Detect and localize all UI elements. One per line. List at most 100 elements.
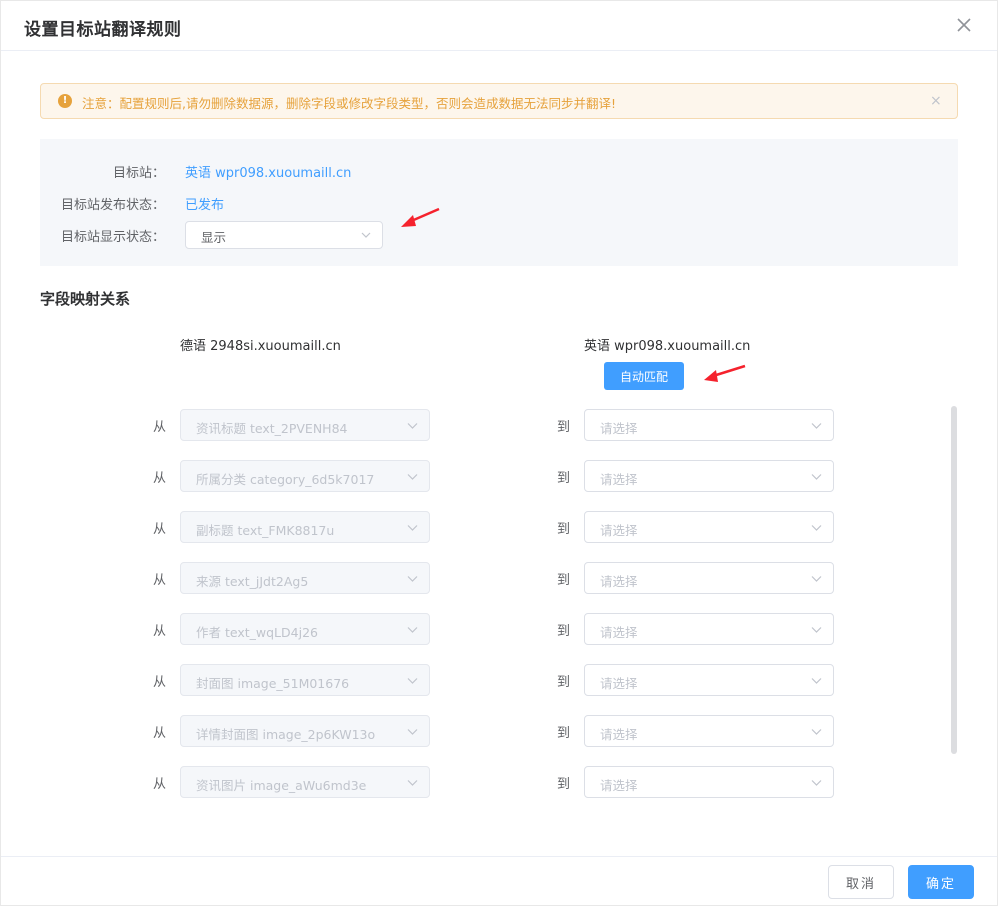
chevron-down-icon (811, 525, 822, 531)
source-field-select: 详情封面图 image_2p6KW13o (180, 715, 430, 747)
target-field-placeholder: 请选择 (600, 421, 638, 436)
to-label: 到 (557, 573, 571, 588)
source-field-value: 来源 text_jJdt2Ag5 (196, 574, 309, 589)
close-icon[interactable] (953, 14, 975, 36)
source-field-select: 封面图 image_51M01676 (180, 664, 430, 696)
target-field-select[interactable]: 请选择 (584, 409, 834, 441)
from-label: 从 (153, 522, 167, 537)
target-field-select[interactable]: 请选择 (584, 613, 834, 645)
target-site-label: 目标站： (112, 166, 165, 181)
target-field-select[interactable]: 请选择 (584, 460, 834, 492)
chevron-down-icon (407, 576, 418, 582)
chevron-down-icon (811, 474, 822, 480)
to-label: 到 (557, 675, 571, 690)
source-field-value: 所属分类 category_6d5k7017 (196, 472, 375, 487)
display-status-value: 显示 (201, 230, 227, 245)
source-field-select: 作者 text_wqLD4j26 (180, 613, 430, 645)
mapping-scrollbar (949, 406, 959, 818)
target-field-placeholder: 请选择 (600, 523, 638, 538)
target-site-heading: 英语 wpr098.xuoumaill.cn (584, 339, 751, 354)
chevron-down-icon (361, 232, 371, 238)
mapping-row: 从 详情封面图 image_2p6KW13o 到 请选择 (1, 715, 951, 747)
mapping-row: 从 封面图 image_51M01676 到 请选择 (1, 664, 951, 696)
target-site-value: 英语 wpr098.xuoumaill.cn (185, 166, 352, 181)
target-field-placeholder: 请选择 (600, 472, 638, 487)
from-label: 从 (153, 675, 167, 690)
warning-alert: ! 注意：配置规则后,请勿删除数据源，删除字段或修改字段类型，否则会造成数据无法… (40, 83, 958, 119)
chevron-down-icon (811, 423, 822, 429)
source-field-select: 来源 text_jJdt2Ag5 (180, 562, 430, 594)
display-status-label: 目标站显示状态： (60, 230, 165, 245)
from-label: 从 (153, 777, 167, 792)
chevron-down-icon (407, 729, 418, 735)
confirm-button[interactable]: 确定 (908, 865, 974, 899)
from-label: 从 (153, 471, 167, 486)
publish-status-label: 目标站发布状态： (60, 198, 165, 213)
chevron-down-icon (407, 678, 418, 684)
chevron-down-icon (407, 525, 418, 531)
to-label: 到 (557, 777, 571, 792)
target-field-placeholder: 请选择 (600, 727, 638, 742)
publish-status-value: 已发布 (185, 198, 225, 213)
source-field-value: 封面图 image_51M01676 (196, 676, 350, 691)
mapping-row: 从 副标题 text_FMK8817u 到 请选择 (1, 511, 951, 543)
to-label: 到 (557, 522, 571, 537)
source-field-value: 作者 text_wqLD4j26 (196, 625, 318, 640)
source-field-select: 副标题 text_FMK8817u (180, 511, 430, 543)
display-status-select[interactable]: 显示 (185, 221, 383, 249)
source-field-value: 资讯标题 text_2PVENH84 (196, 421, 348, 436)
target-field-placeholder: 请选择 (600, 625, 638, 640)
chevron-down-icon (407, 780, 418, 786)
target-field-placeholder: 请选择 (600, 778, 638, 793)
target-field-select[interactable]: 请选择 (584, 766, 834, 798)
scrollbar-thumb[interactable] (951, 406, 957, 754)
source-field-select: 资讯图片 image_aWu6md3e (180, 766, 430, 798)
target-field-select[interactable]: 请选择 (584, 511, 834, 543)
source-field-value: 详情封面图 image_2p6KW13o (196, 727, 376, 742)
target-field-select[interactable]: 请选择 (584, 715, 834, 747)
chevron-down-icon (811, 780, 822, 786)
to-label: 到 (557, 726, 571, 741)
auto-match-button[interactable]: 自动匹配 (604, 362, 684, 390)
field-mapping-title: 字段映射关系 (40, 290, 131, 308)
target-field-select[interactable]: 请选择 (584, 664, 834, 696)
to-label: 到 (557, 471, 571, 486)
from-label: 从 (153, 624, 167, 639)
target-field-select[interactable]: 请选择 (584, 562, 834, 594)
to-label: 到 (557, 624, 571, 639)
mapping-row: 从 资讯图片 image_aWu6md3e 到 请选择 (1, 766, 951, 798)
from-label: 从 (153, 420, 167, 435)
mapping-row: 从 所属分类 category_6d5k7017 到 请选择 (1, 460, 951, 492)
target-field-placeholder: 请选择 (600, 574, 638, 589)
annotation-arrow-icon (704, 364, 746, 382)
to-label: 到 (557, 420, 571, 435)
dialog-footer: 取消 确定 (1, 856, 997, 906)
chevron-down-icon (407, 423, 418, 429)
annotation-arrow-icon (401, 207, 440, 227)
chevron-down-icon (811, 627, 822, 633)
mapping-row: 从 资讯标题 text_2PVENH84 到 请选择 (1, 409, 951, 441)
chevron-down-icon (811, 678, 822, 684)
dialog-header: 设置目标站翻译规则 (1, 1, 997, 51)
chevron-down-icon (407, 627, 418, 633)
alert-close-icon[interactable]: × (930, 93, 942, 109)
warning-icon: ! (58, 94, 72, 108)
translation-rule-dialog: 设置目标站翻译规则 ! 注意：配置规则后,请勿删除数据源，删除字段或修改字段类型… (0, 0, 998, 906)
mapping-row: 从 作者 text_wqLD4j26 到 请选择 (1, 613, 951, 645)
chevron-down-icon (407, 474, 418, 480)
target-field-placeholder: 请选择 (600, 676, 638, 691)
chevron-down-icon (811, 576, 822, 582)
source-site-heading: 德语 2948si.xuoumaill.cn (180, 339, 341, 354)
mapping-rows: 从 资讯标题 text_2PVENH84 到 请选择 从 所属分类 catego… (1, 409, 951, 819)
dialog-title: 设置目标站翻译规则 (24, 20, 182, 40)
mapping-row: 从 来源 text_jJdt2Ag5 到 请选择 (1, 562, 951, 594)
from-label: 从 (153, 726, 167, 741)
source-field-value: 副标题 text_FMK8817u (196, 523, 335, 538)
chevron-down-icon (811, 729, 822, 735)
source-field-value: 资讯图片 image_aWu6md3e (196, 778, 367, 793)
alert-text: 注意：配置规则后,请勿删除数据源，删除字段或修改字段类型，否则会造成数据无法同步… (82, 96, 616, 111)
target-info-panel: 目标站： 英语 wpr098.xuoumaill.cn 目标站发布状态： 已发布… (40, 139, 958, 266)
from-label: 从 (153, 573, 167, 588)
cancel-button[interactable]: 取消 (828, 865, 894, 899)
source-field-select: 资讯标题 text_2PVENH84 (180, 409, 430, 441)
